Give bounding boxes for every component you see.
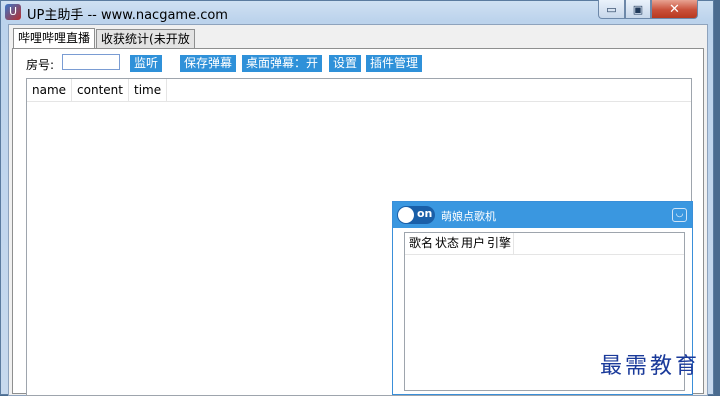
minimize-icon: ▭ [606,2,617,16]
maximize-button[interactable]: ▣ [625,0,651,19]
column-header-name[interactable]: name [27,79,73,101]
tab-harvest-stats[interactable]: 收获统计(未开放 [96,29,195,48]
song-toggle-switch[interactable]: on [397,206,435,224]
room-input[interactable] [62,54,120,70]
room-label: 房号: [26,58,55,72]
watermark-text: 最需教育 [600,354,701,379]
title-bar[interactable]: U UP主助手 -- www.nacgame.com ▭ ▣ ✕ [1,0,713,23]
tab-strip: 哔哩哔哩直播 收获统计(未开放 [13,28,196,49]
toggle-label: on [417,207,433,220]
listen-button[interactable]: 监听 [130,55,163,72]
app-icon: U [5,4,21,20]
plugin-manager-button[interactable]: 插件管理 [366,55,423,72]
settings-button[interactable]: 设置 [329,55,362,72]
tab-bilibili-live[interactable]: 哔哩哔哩直播 [13,28,96,49]
save-danmaku-button[interactable]: 保存弹幕 [180,55,237,72]
maximize-icon: ▣ [632,2,644,16]
desktop-danmaku-button[interactable]: 桌面弹幕：开 [242,55,323,72]
window-title: UP主助手 -- www.nacgame.com [27,8,228,23]
danmaku-list-header: name content time [27,79,691,102]
minimize-button[interactable]: ▭ [598,0,625,19]
close-button[interactable]: ✕ [651,0,698,19]
song-window-header[interactable]: on 萌娘点歌机 ◡ [393,202,692,228]
column-header-song[interactable]: 歌名 [409,233,435,254]
column-header-time[interactable]: time [129,79,168,101]
collapse-icon[interactable]: ◡ [672,208,687,222]
column-header-content[interactable]: content [72,79,129,101]
song-list-header: 歌名 状态 用户 引擎 [405,233,684,255]
column-header-engine[interactable]: 引擎 [487,233,515,254]
close-icon: ✕ [669,1,680,17]
column-header-user[interactable]: 用户 [461,233,487,254]
column-header-status[interactable]: 状态 [435,233,461,254]
song-window-title: 萌娘点歌机 [441,210,496,223]
toggle-knob [398,207,414,223]
